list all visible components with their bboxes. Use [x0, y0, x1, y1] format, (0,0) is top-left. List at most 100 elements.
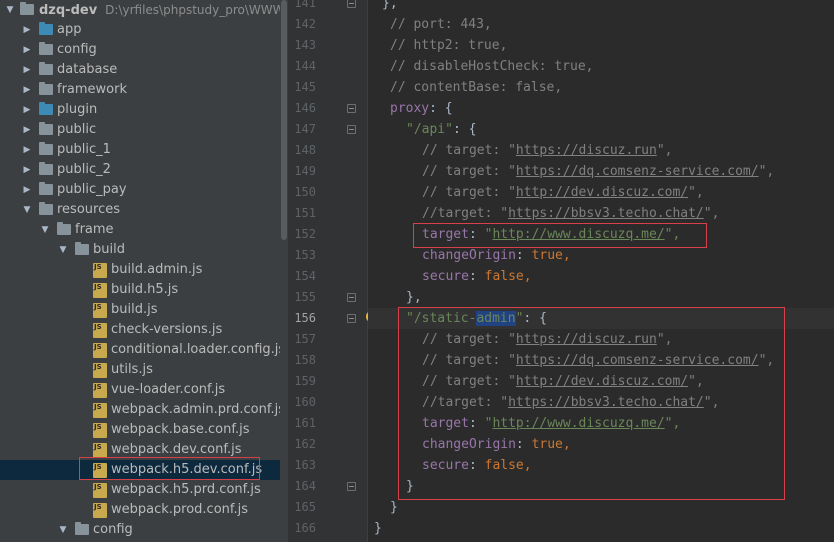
js-file-icon: JS [93, 363, 107, 378]
tree-item-label: frame [75, 222, 114, 237]
js-file-icon: JS [93, 263, 107, 278]
folder-icon [39, 162, 53, 175]
tree-file-item[interactable]: JS vue-loader.conf.js [0, 380, 280, 400]
line-number: 165 [294, 500, 316, 514]
tree-item-label: build [93, 242, 125, 257]
chevron-down-icon[interactable]: ▼ [38, 220, 52, 240]
line-number: 146 [294, 101, 316, 115]
chevron-right-icon[interactable]: ▶ [20, 140, 34, 160]
highlight-box-static-admin-block [398, 307, 785, 500]
chevron-right-icon[interactable]: ▶ [20, 120, 34, 140]
code-line-141: }, [382, 0, 398, 11]
fold-marker-icon[interactable] [347, 125, 356, 134]
tree-folder-item[interactable]: ▼ resources [0, 200, 280, 220]
chevron-down-icon[interactable]: ▼ [20, 200, 34, 220]
tree-folder-item[interactable]: ▶ database [0, 60, 280, 80]
tree-file-item[interactable]: JS conditional.loader.config.js [0, 340, 280, 360]
folder-icon [75, 242, 89, 255]
folder-icon [39, 62, 53, 75]
chevron-down-icon[interactable]: ▼ [3, 0, 17, 20]
chevron-right-icon[interactable]: ▶ [20, 60, 34, 80]
line-number: 148 [294, 143, 316, 157]
tree-folder-item[interactable]: ▶ public_1 [0, 140, 280, 160]
code-line-142: // port: 443, [390, 17, 492, 32]
chevron-right-icon[interactable]: ▶ [20, 100, 34, 120]
js-file-icon: JS [93, 483, 107, 498]
code-line-154: secure: false, [422, 269, 532, 284]
chevron-right-icon[interactable]: ▶ [20, 40, 34, 60]
js-file-icon: JS [93, 383, 107, 398]
tree-file-item[interactable]: JS webpack.prod.conf.js [0, 500, 280, 520]
tree-item-label: database [57, 62, 118, 77]
js-file-icon: JS [93, 403, 107, 418]
tree-item-label: config [93, 522, 133, 537]
line-number: 141 [294, 0, 316, 10]
line-number: 166 [294, 521, 316, 535]
line-number: 149 [294, 164, 316, 178]
highlight-box-selected-file [79, 457, 260, 480]
tree-file-item[interactable]: JS build.h5.js [0, 280, 280, 300]
tree-scrollbar-thumb[interactable] [281, 0, 287, 240]
js-file-icon: JS [93, 343, 107, 358]
tree-file-item[interactable]: JS webpack.admin.prd.conf.js [0, 400, 280, 420]
tree-item-label: utils.js [111, 362, 153, 377]
js-file-icon: JS [93, 323, 107, 338]
tree-item-label: webpack.prod.conf.js [111, 502, 249, 517]
tree-item-label: vue-loader.conf.js [111, 382, 226, 397]
line-number: 161 [294, 416, 316, 430]
tree-folder-item[interactable]: ▶ framework [0, 80, 280, 100]
tree-file-item[interactable]: JS check-versions.js [0, 320, 280, 340]
line-number: 159 [294, 374, 316, 388]
tree-item-label: plugin [57, 102, 98, 117]
chevron-right-icon[interactable]: ▶ [20, 160, 34, 180]
folder-icon [39, 82, 53, 95]
tree-file-item[interactable]: JS webpack.h5.prd.conf.js [0, 480, 280, 500]
tree-item-label: resources [57, 202, 121, 217]
chevron-right-icon[interactable]: ▶ [20, 180, 34, 200]
line-number: 164 [294, 479, 316, 493]
chevron-right-icon[interactable]: ▶ [20, 20, 34, 40]
tree-file-item[interactable]: JS build.js [0, 300, 280, 320]
fold-marker-icon[interactable] [347, 314, 356, 323]
tree-folder-item[interactable]: ▶ public_2 [0, 160, 280, 180]
line-number: 144 [294, 59, 316, 73]
chevron-down-icon[interactable]: ▼ [56, 240, 70, 260]
project-name: dzq-dev [39, 3, 98, 18]
tree-folder-item[interactable]: ▶ config [0, 40, 280, 60]
tree-folder-item[interactable]: ▼ config [0, 520, 280, 540]
tree-folder-item[interactable]: ▶ app [0, 20, 280, 40]
line-number: 143 [294, 38, 316, 52]
fold-marker-icon[interactable] [347, 293, 356, 302]
folder-icon [75, 522, 89, 535]
folder-icon [20, 2, 34, 15]
tree-file-item[interactable]: JS build.admin.js [0, 260, 280, 280]
tree-file-item[interactable]: JS webpack.base.conf.js [0, 420, 280, 440]
tree-item-label: config [57, 42, 97, 57]
tree-folder-item[interactable]: ▶ plugin [0, 100, 280, 120]
project-path: D:\yrfiles\phpstudy_pro\WWW\dz [105, 3, 280, 17]
fold-marker-icon[interactable] [347, 104, 356, 113]
tree-file-item[interactable]: JS utils.js [0, 360, 280, 380]
tree-item-label: public_pay [57, 182, 127, 197]
tree-folder-item[interactable]: ▶ public [0, 120, 280, 140]
line-number: 150 [294, 185, 316, 199]
chevron-down-icon[interactable]: ▼ [56, 520, 70, 540]
tree-folder-item[interactable]: ▼ frame [0, 220, 280, 240]
line-number: 156 [294, 311, 316, 325]
fold-marker-icon[interactable] [347, 0, 356, 8]
chevron-right-icon[interactable]: ▶ [20, 80, 34, 100]
fold-marker-icon[interactable] [347, 482, 356, 491]
tree-root[interactable]: ▼ dzq-dev D:\yrfiles\phpstudy_pro\WWW\dz [0, 0, 280, 20]
line-number: 162 [294, 437, 316, 451]
line-number: 145 [294, 80, 316, 94]
code-line-153: changeOrigin: true, [422, 248, 571, 263]
code-line-151: //target: "https://bbsv3.techo.chat/", [422, 206, 720, 221]
line-number: 158 [294, 353, 316, 367]
line-number: 151 [294, 206, 316, 220]
tree-item-label: framework [57, 82, 128, 97]
highlight-box-target-line [413, 223, 707, 248]
tree-folder-item[interactable]: ▼ build [0, 240, 280, 260]
tree-folder-item[interactable]: ▶ public_pay [0, 180, 280, 200]
line-number: 152 [294, 227, 316, 241]
tree-scrollbar[interactable] [280, 0, 288, 542]
